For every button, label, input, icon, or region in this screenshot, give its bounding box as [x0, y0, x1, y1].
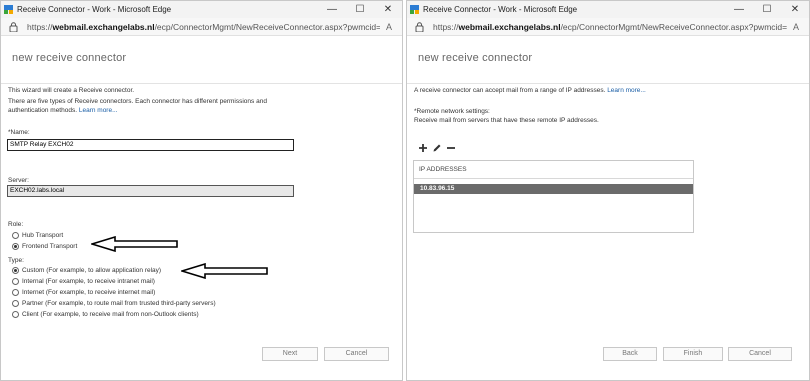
close-button[interactable]: ✕	[781, 1, 809, 18]
window-title: Receive Connector - Work - Microsoft Edg…	[17, 5, 172, 14]
page-title: new receive connector	[12, 52, 127, 64]
name-input[interactable]: SMTP Relay EXCH02	[7, 139, 294, 151]
radio-label: Hub Transport	[22, 231, 64, 239]
minus-icon[interactable]	[445, 142, 457, 154]
radio-frontend-transport[interactable]: Frontend Transport	[12, 241, 77, 251]
hollow-left-arrow-icon	[181, 263, 268, 279]
radio-circle[interactable]	[12, 310, 19, 318]
read-aloud-icon[interactable]: A	[380, 22, 398, 32]
radio-type-internal[interactable]: Internal (For example, to receive intran…	[12, 276, 155, 286]
radio-label: Internal (For example, to receive intran…	[22, 277, 155, 285]
radio-circle[interactable]	[12, 231, 19, 239]
radio-type-partner[interactable]: Partner (For example, to route mail from…	[12, 298, 216, 308]
remote-network-description: Receive mail from servers that have thes…	[414, 117, 599, 124]
read-aloud-icon[interactable]: A	[787, 22, 805, 32]
address-bar[interactable]: https://webmail.exchangelabs.nl/ecp/Conn…	[1, 18, 402, 36]
maximize-button[interactable]: ☐	[346, 1, 374, 18]
radio-hub-transport[interactable]: Hub Transport	[12, 230, 63, 240]
window-title: Receive Connector - Work - Microsoft Edg…	[423, 5, 578, 14]
intro-text-3-line: authentication methods. Learn more...	[8, 106, 118, 115]
wizard-content: new receive connector This wizard will c…	[1, 36, 402, 380]
server-label: Server:	[8, 177, 29, 184]
app-icon	[410, 5, 419, 14]
radio-circle[interactable]	[12, 277, 19, 285]
pencil-icon[interactable]	[431, 142, 443, 154]
finish-button[interactable]: Finish	[663, 347, 723, 361]
ip-list-item-selected[interactable]: 10.83.96.15	[414, 184, 693, 194]
intro-line: A receive connector can accept mail from…	[414, 86, 646, 95]
learn-more-link[interactable]: Learn more...	[79, 107, 118, 114]
ip-list-header: IP ADDRESSES	[414, 161, 693, 179]
learn-more-link[interactable]: Learn more...	[607, 87, 646, 94]
minimize-button[interactable]: —	[318, 1, 346, 18]
intro-text: A receive connector can accept mail from…	[414, 87, 606, 94]
minimize-button[interactable]: —	[725, 1, 753, 18]
radio-circle-selected[interactable]	[12, 266, 19, 274]
page-title: new receive connector	[418, 52, 533, 64]
app-icon	[4, 5, 13, 14]
radio-label: Partner (For example, to route mail from…	[22, 299, 216, 307]
radio-label: Client (For example, to receive mail fro…	[22, 310, 199, 318]
remote-network-label: *Remote network settings:	[414, 108, 490, 115]
plus-icon[interactable]	[417, 142, 429, 154]
type-label: Type:	[8, 257, 24, 264]
radio-circle-selected[interactable]	[12, 242, 19, 250]
wizard-content: new receive connector A receive connecto…	[407, 36, 809, 380]
left-browser-window: Receive Connector - Work - Microsoft Edg…	[0, 0, 403, 381]
right-browser-window: Receive Connector - Work - Microsoft Edg…	[406, 0, 810, 381]
role-label: Role:	[8, 221, 24, 228]
cancel-button[interactable]: Cancel	[324, 347, 389, 361]
divider	[407, 83, 809, 84]
server-field: EXCH02.labs.local	[7, 185, 294, 197]
ip-toolbar	[417, 142, 459, 154]
name-label: *Name:	[8, 129, 30, 136]
url-text[interactable]: https://webmail.exchangelabs.nl/ecp/Conn…	[27, 22, 380, 32]
radio-type-client[interactable]: Client (For example, to receive mail fro…	[12, 309, 199, 319]
radio-type-custom[interactable]: Custom (For example, to allow applicatio…	[12, 265, 161, 275]
radio-label: Internet (For example, to receive intern…	[22, 288, 156, 296]
radio-label: Custom (For example, to allow applicatio…	[22, 266, 162, 274]
title-bar: Receive Connector - Work - Microsoft Edg…	[1, 1, 402, 18]
radio-label: Frontend Transport	[22, 242, 78, 250]
radio-circle[interactable]	[12, 288, 19, 296]
address-bar[interactable]: https://webmail.exchangelabs.nl/ecp/Conn…	[407, 18, 809, 36]
url-text[interactable]: https://webmail.exchangelabs.nl/ecp/Conn…	[433, 22, 787, 32]
radio-circle[interactable]	[12, 299, 19, 307]
back-button[interactable]: Back	[603, 347, 657, 361]
lock-icon[interactable]	[415, 21, 427, 32]
maximize-button[interactable]: ☐	[753, 1, 781, 18]
lock-icon[interactable]	[9, 21, 21, 32]
title-bar: Receive Connector - Work - Microsoft Edg…	[407, 1, 809, 18]
intro-text-3: authentication methods.	[8, 107, 78, 114]
ip-address-list: IP ADDRESSES 10.83.96.15	[413, 160, 694, 233]
intro-text-2: There are five types of Receive connecto…	[8, 98, 267, 105]
radio-type-internet[interactable]: Internet (For example, to receive intern…	[12, 287, 155, 297]
close-button[interactable]: ✕	[374, 1, 402, 18]
next-button[interactable]: Next	[262, 347, 318, 361]
divider	[1, 83, 402, 84]
hollow-left-arrow-icon	[91, 236, 178, 252]
intro-text: This wizard will create a Receive connec…	[8, 87, 135, 94]
cancel-button[interactable]: Cancel	[728, 347, 792, 361]
